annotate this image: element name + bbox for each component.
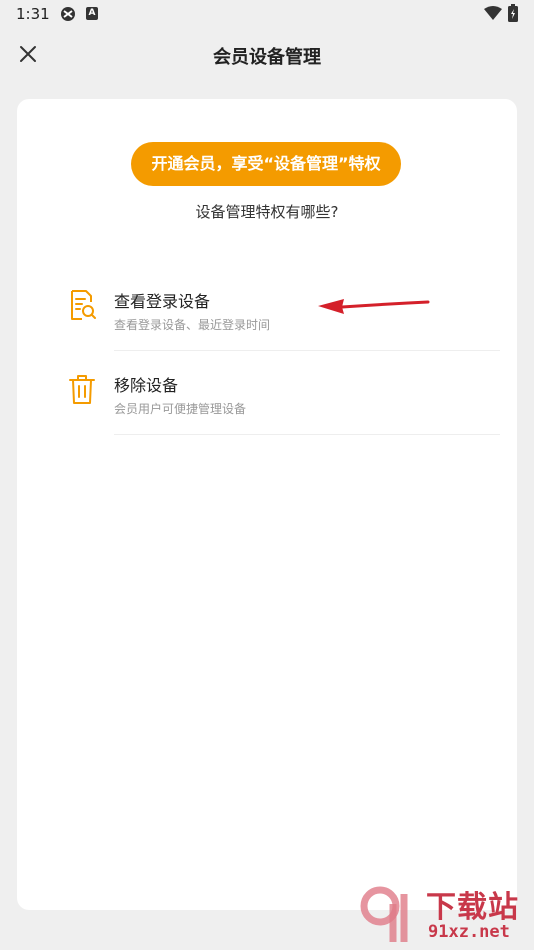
divider [114,350,500,351]
feature-description: 会员用户可便捷管理设备 [114,402,247,416]
app-icon [61,7,75,21]
page-title: 会员设备管理 [213,47,321,68]
feature-title: 查看登录设备 [114,292,211,311]
divider [114,434,500,435]
status-time: 1:31 [16,5,50,23]
privileges-subheading: 设备管理特权有哪些? [195,203,339,221]
feature-title: 移除设备 [114,376,179,395]
watermark-title: 下载站 [426,890,519,925]
annotation-arrow-icon [318,299,430,314]
trash-icon [69,375,95,404]
activate-membership-button[interactable]: 开通会员，享受“设备管理”特权 [131,142,401,186]
battery-icon [508,4,518,22]
feature-description: 查看登录设备、最近登录时间 [114,318,271,332]
wifi-icon [484,6,502,20]
watermark: 下载站 91xz.net [360,882,530,946]
membership-card: 开通会员，享受“设备管理”特权 设备管理特权有哪些? 查看登录设备 查看登录设备… [17,99,517,910]
status-bar: 1:31 A [0,0,534,28]
document-search-icon [71,290,96,320]
watermark-url: 91xz.net [428,922,510,942]
watermark-logo-icon [360,886,408,942]
feature-view-devices: 查看登录设备 查看登录设备、最近登录时间 [17,288,517,372]
a-badge-icon: A [86,7,98,20]
feature-remove-devices: 移除设备 会员用户可便捷管理设备 [17,372,517,456]
